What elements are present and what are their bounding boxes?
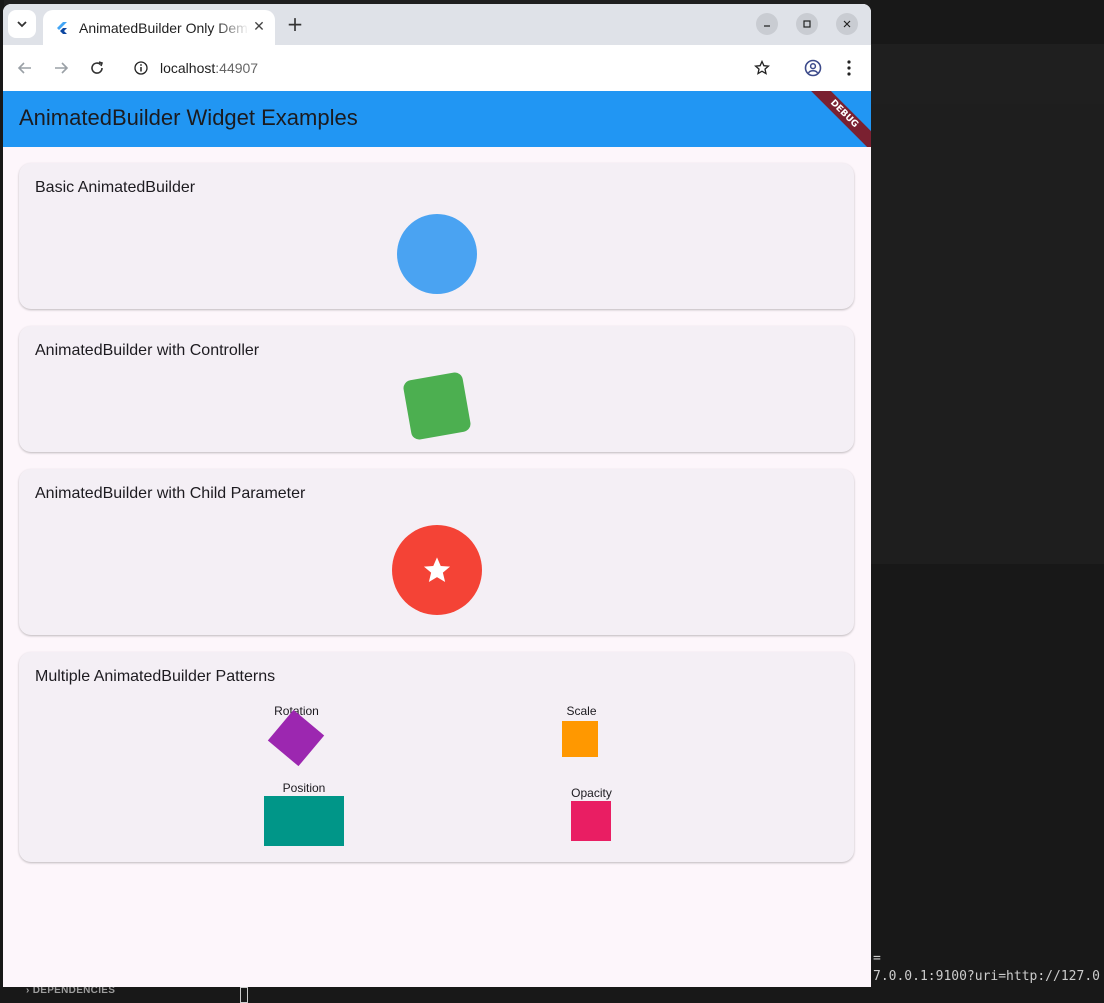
animated-green-square [402, 371, 472, 441]
forward-button[interactable] [49, 56, 73, 80]
card-animatedbuilder-controller: AnimatedBuilder with Controller [19, 326, 854, 452]
pattern-label-opacity: Opacity [571, 786, 612, 800]
url-text: localhost:44907 [160, 60, 258, 76]
browser-tab[interactable]: AnimatedBuilder Only Demo ✕ [43, 10, 275, 45]
url-port: :44907 [215, 60, 259, 76]
terminal-output: = 7.0.0.1:9100?uri=http://127.0 [873, 951, 1100, 984]
card-title: Basic AnimatedBuilder [35, 179, 196, 196]
flutter-favicon-icon [57, 21, 67, 34]
card-title: Multiple AnimatedBuilder Patterns [35, 668, 276, 685]
minimize-icon [764, 25, 770, 27]
more-vertical-icon [847, 60, 851, 76]
new-tab-button[interactable]: + [284, 14, 306, 36]
editor-titlebar [870, 0, 1104, 45]
pattern-label-scale: Scale [566, 704, 597, 718]
browser-titlebar: AnimatedBuilder Only Demo ✕ + [3, 4, 871, 45]
rotation-purple-square [267, 709, 325, 767]
pattern-label-position: Position [282, 781, 326, 795]
terminal-cursor [240, 987, 248, 1003]
card-basic-animatedbuilder: Basic AnimatedBuilder [19, 163, 854, 309]
editor-pane [870, 104, 1104, 565]
animated-red-circle [392, 525, 482, 615]
chevron-down-icon [17, 21, 27, 28]
editor-status-area [0, 986, 872, 1003]
tab-search-button[interactable] [8, 10, 36, 38]
minimize-button[interactable] [756, 13, 778, 35]
back-button[interactable] [13, 56, 37, 80]
reload-button[interactable] [85, 56, 109, 80]
scale-orange-square [562, 721, 598, 757]
app-bar: AnimatedBuilder Widget Examples DEBUG [3, 91, 871, 147]
star-bookmark-icon[interactable] [754, 60, 770, 76]
card-animatedbuilder-child: AnimatedBuilder with Child Parameter [19, 469, 854, 635]
app-content: Basic AnimatedBuilder AnimatedBuilder wi… [3, 147, 871, 987]
maximize-button[interactable] [796, 13, 818, 35]
close-icon [843, 20, 851, 28]
tab-close-icon[interactable]: ✕ [251, 19, 267, 35]
tab-title: AnimatedBuilder Only Demo [79, 19, 249, 36]
position-teal-rectangle [264, 796, 344, 846]
browser-window: AnimatedBuilder Only Demo ✕ + localhost:… [3, 4, 871, 987]
maximize-icon [803, 20, 811, 28]
arrow-right-icon [55, 62, 69, 74]
address-bar[interactable]: localhost:44907 [123, 50, 787, 86]
profile-button[interactable] [801, 56, 825, 80]
url-host: localhost [160, 60, 216, 76]
app-title: AnimatedBuilder Widget Examples [19, 105, 358, 130]
menu-button[interactable] [837, 56, 861, 80]
star-icon [423, 557, 451, 582]
terminal-panel [870, 564, 1104, 1003]
arrow-left-icon [17, 62, 31, 74]
editor-tabs-strip [870, 44, 1104, 105]
animated-blue-circle [397, 214, 477, 294]
debug-banner: DEBUG [800, 91, 871, 147]
reload-icon [91, 61, 104, 74]
card-multiple-patterns: Multiple AnimatedBuilder Patterns Rotati… [19, 652, 854, 862]
profile-icon [804, 59, 822, 77]
browser-toolbar: localhost:44907 [3, 45, 871, 92]
opacity-pink-square [571, 801, 611, 841]
card-title: AnimatedBuilder with Controller [35, 342, 260, 359]
card-title: AnimatedBuilder with Child Parameter [35, 485, 306, 502]
site-info-icon[interactable] [134, 61, 148, 75]
close-window-button[interactable] [836, 13, 858, 35]
